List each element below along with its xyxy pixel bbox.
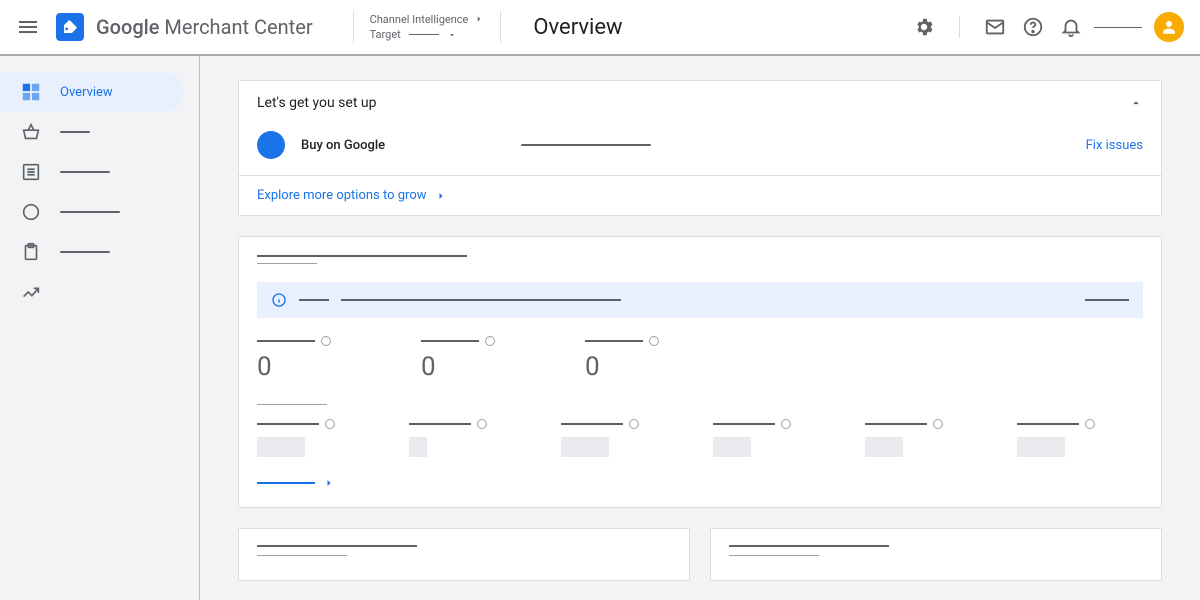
metric-2: 0: [421, 336, 495, 382]
explore-options-link[interactable]: Explore more options to grow: [239, 175, 1161, 215]
metric-3: 0: [585, 336, 659, 382]
metric-value: 0: [585, 352, 659, 382]
sidebar-item-overview[interactable]: Overview: [0, 72, 183, 112]
link-placeholder: [257, 482, 315, 484]
mail-icon[interactable]: [984, 16, 1006, 38]
placeholder-line: [299, 299, 329, 301]
info-icon[interactable]: [477, 419, 487, 429]
placeholder-line: [257, 545, 417, 547]
notifications-icon[interactable]: [1060, 16, 1082, 38]
chevron-up-icon[interactable]: [1129, 96, 1143, 110]
sidebar-item-4[interactable]: [0, 192, 199, 232]
metric-small-4: [713, 419, 839, 457]
fix-issues-link[interactable]: Fix issues: [1086, 138, 1143, 153]
growth-icon: [20, 281, 42, 303]
main-content: Let's get you set up Buy on Google Fix i…: [200, 56, 1200, 600]
caret-down-icon: [447, 30, 457, 40]
sidebar-item-2[interactable]: [0, 112, 199, 152]
basket-icon: [20, 121, 42, 143]
status-dot: [257, 131, 285, 159]
info-banner: [257, 282, 1143, 318]
placeholder-line: [729, 555, 819, 556]
metrics-card: 0 0 0: [238, 236, 1162, 508]
bottom-card-1: [238, 528, 690, 581]
info-icon[interactable]: [781, 419, 791, 429]
breadcrumb-parent: Channel Intelligence: [370, 12, 469, 27]
help-icon[interactable]: [1022, 16, 1044, 38]
metric-small-3: [561, 419, 687, 457]
setup-program-row[interactable]: Buy on Google Fix issues: [239, 121, 1161, 175]
separator: [353, 11, 354, 43]
info-icon[interactable]: [629, 419, 639, 429]
placeholder-line: [257, 555, 347, 556]
placeholder-line: [341, 299, 621, 301]
card-subtitle-placeholder: [257, 263, 317, 264]
info-icon[interactable]: [325, 419, 335, 429]
chevron-right-icon: [323, 477, 335, 489]
account-placeholder: [1094, 27, 1142, 28]
clipboard-icon: [20, 241, 42, 263]
separator: [500, 11, 501, 43]
settings-icon[interactable]: [913, 16, 935, 38]
chevron-right-icon: [474, 14, 484, 24]
placeholder-line: [1085, 299, 1129, 301]
account-switcher[interactable]: Channel Intelligence Target: [370, 12, 485, 43]
info-icon: [271, 292, 287, 308]
sidebar-item-label: Overview: [60, 85, 113, 100]
metric-small-6: [1017, 419, 1143, 457]
sidebar-item-label: [60, 251, 110, 253]
card-footer-link[interactable]: [257, 477, 1143, 489]
sidebar-item-label: [60, 211, 120, 213]
chevron-right-icon: [435, 190, 447, 202]
breadcrumb-current: Target: [370, 27, 401, 42]
circle-icon: [20, 201, 42, 223]
metric-value: 0: [257, 352, 331, 382]
info-icon[interactable]: [649, 336, 659, 346]
page-title: Overview: [533, 15, 622, 40]
separator: [959, 16, 960, 38]
bottom-card-2: [710, 528, 1162, 581]
metric-small-1: [257, 419, 383, 457]
sidebar-item-5[interactable]: [0, 232, 199, 272]
program-label: Buy on Google: [301, 138, 385, 153]
metric-1: 0: [257, 336, 331, 382]
info-icon[interactable]: [321, 336, 331, 346]
placeholder-line: [729, 545, 889, 547]
metric-label: [585, 340, 643, 342]
setup-card: Let's get you set up Buy on Google Fix i…: [238, 80, 1162, 216]
avatar[interactable]: [1154, 12, 1184, 42]
sidebar-item-3[interactable]: [0, 152, 199, 192]
info-icon[interactable]: [485, 336, 495, 346]
sidebar-item-6[interactable]: [0, 272, 199, 312]
primary-metrics: 0 0 0: [257, 336, 1143, 382]
metric-label: [421, 340, 479, 342]
metric-value: 0: [421, 352, 495, 382]
secondary-metrics: [257, 419, 1143, 457]
card-title-placeholder: [257, 255, 467, 257]
setup-card-title: Let's get you set up: [257, 95, 376, 111]
brand-title: Google Merchant Center: [96, 15, 313, 39]
placeholder-line: [409, 34, 439, 35]
metric-small-5: [865, 419, 991, 457]
metric-small-2: [409, 419, 535, 457]
sidebar-item-label: [60, 131, 90, 133]
list-icon: [20, 161, 42, 183]
dashboard-icon: [20, 81, 42, 103]
info-icon[interactable]: [1085, 419, 1095, 429]
placeholder-line: [521, 144, 651, 146]
sidebar: Overview: [0, 56, 200, 600]
metric-label: [257, 340, 315, 342]
info-icon[interactable]: [933, 419, 943, 429]
hamburger-menu-icon[interactable]: [16, 15, 40, 39]
sidebar-item-label: [60, 171, 110, 173]
section-label-placeholder: [257, 404, 327, 405]
merchant-center-logo: [56, 13, 84, 41]
